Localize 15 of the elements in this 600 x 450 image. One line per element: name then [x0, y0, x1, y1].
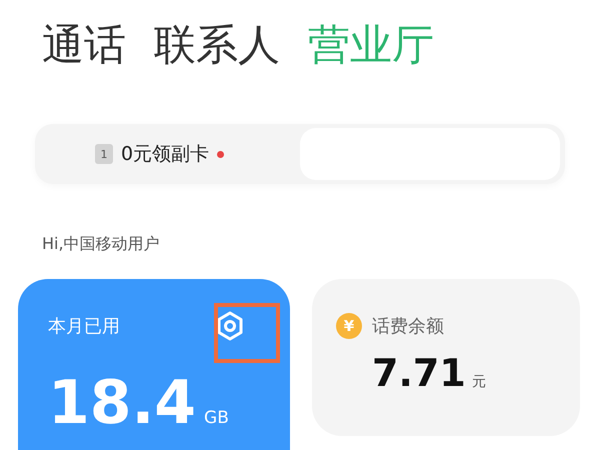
currency-unit: 元: [472, 373, 486, 391]
sim-number-badge: 1: [95, 144, 113, 164]
yen-coin-icon: ¥: [336, 313, 362, 339]
balance-card[interactable]: ¥ 话费余额 7.71 元: [312, 279, 580, 436]
balance-value: 7.71: [372, 351, 466, 395]
tab[interactable]: 联系人: [154, 22, 280, 68]
greeting-text: Hi,中国移动用户: [42, 234, 161, 255]
data-used-value: 18.4: [48, 373, 196, 433]
promo-text: 0元领副卡: [121, 142, 210, 167]
card-title: 本月已用: [48, 315, 120, 338]
tab[interactable]: 通话: [42, 22, 126, 68]
card-title: 话费余额: [372, 315, 444, 338]
settings-icon[interactable]: [216, 311, 244, 341]
data-unit: GB: [204, 408, 229, 428]
promo-banner[interactable]: 1 0元领副卡: [35, 124, 565, 184]
